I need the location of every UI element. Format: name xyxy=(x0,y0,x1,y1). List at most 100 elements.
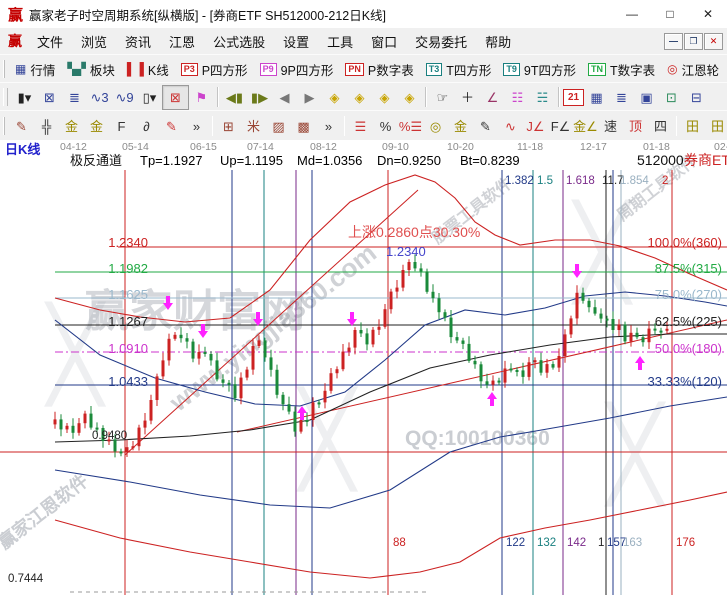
toolbar-button-gann-wheel[interactable]: ◎江恩轮 xyxy=(661,58,725,81)
chart-canvas[interactable] xyxy=(0,140,727,595)
tool-button-hatch-box-2[interactable]: ▩ xyxy=(291,115,316,138)
tool-button-candle-style[interactable]: ▯▾ xyxy=(137,86,162,109)
menu-item-formula-stock-pick[interactable]: 公式选股 xyxy=(204,30,274,53)
tool-button-notes[interactable]: ≣ xyxy=(609,86,634,109)
tool-button-crosshair-tool[interactable]: ＋ xyxy=(455,86,480,109)
tool-button-wave-3[interactable]: ∿3 xyxy=(87,86,112,109)
tool-button-map-tool[interactable]: ☵ xyxy=(530,86,555,109)
tool-button-pen-2[interactable]: ✎ xyxy=(473,115,498,138)
tool-button-go-next[interactable]: ▶ xyxy=(297,86,322,109)
tool-button-go-prev[interactable]: ◀ xyxy=(272,86,297,109)
menu-item-news[interactable]: 资讯 xyxy=(116,30,160,53)
signal-arrow-up xyxy=(635,356,645,370)
tool-button-gann-grid[interactable]: ╬ xyxy=(34,115,59,138)
tool-button-color-flag[interactable]: ⚑ xyxy=(189,86,214,109)
minimize-button[interactable]: — xyxy=(613,0,651,28)
date-label: 11-18 xyxy=(517,142,543,153)
toolbar-separator xyxy=(344,116,345,136)
tool-button-gold-circle[interactable]: ◎ xyxy=(423,115,448,138)
menu-item-settings[interactable]: 设置 xyxy=(274,30,318,53)
tool-button-gold-grid-2[interactable]: 金 xyxy=(84,115,109,138)
tool-button-spiral[interactable]: ∂ xyxy=(134,115,159,138)
tool-button-go-first[interactable]: ◀▮ xyxy=(222,86,247,109)
tool-button-percent-set[interactable]: %☰ xyxy=(398,115,423,138)
tool-button-f-angle[interactable]: F∠ xyxy=(548,115,573,138)
close-button[interactable]: ✕ xyxy=(689,0,727,28)
tool-button-calculator[interactable]: ▦ xyxy=(584,86,609,109)
tool-button-net-active[interactable]: ⊠ xyxy=(162,85,189,110)
tool-button-diamond-left[interactable]: ◈ xyxy=(322,86,347,109)
menu-item-window[interactable]: 窗口 xyxy=(362,30,406,53)
tool-button-pen-red[interactable]: ✎ xyxy=(159,115,184,138)
toolbar-button-quotes[interactable]: ▦行情 xyxy=(9,58,61,81)
percent-level-label: 62.5%(225) xyxy=(655,315,722,328)
tool-button-gold-wave[interactable]: ∿ xyxy=(498,115,523,138)
tool-button-diamond-cross[interactable]: ◈ xyxy=(372,86,397,109)
maximize-button[interactable]: □ xyxy=(651,0,689,28)
toolbar-button-9p-square[interactable]: P99P四方形 xyxy=(254,58,340,81)
percent-level-label: 33.33%(120) xyxy=(648,375,722,388)
toolbar-button-9t-square[interactable]: T99T四方形 xyxy=(497,58,582,81)
tool-button-detail-list[interactable]: ≣ xyxy=(62,86,87,109)
toolbar-button-label: 板块 xyxy=(90,60,115,79)
signal-arrow-up xyxy=(487,392,497,406)
app-window: { "window": { "logo": "赢", "title": "赢家老… xyxy=(0,0,727,595)
tool-button-speed-line[interactable]: 速 xyxy=(598,115,623,138)
quotes-icon: ▦ xyxy=(15,63,26,75)
mdi-restore-button[interactable]: ❐ xyxy=(684,33,703,50)
toolbar-button-sectors[interactable]: ▚▞板块 xyxy=(61,58,120,81)
tool-button-box-tool[interactable]: ⊞ xyxy=(216,115,241,138)
toolbar-button-t-square[interactable]: T3T四方形 xyxy=(420,58,498,81)
tool-button-hand-tool[interactable]: ☞ xyxy=(430,86,455,109)
fib-time-label: 1.854 xyxy=(620,176,649,188)
tool-button-diamond-expand[interactable]: ◈ xyxy=(397,86,422,109)
tool-button-net-chart[interactable]: ⊠ xyxy=(37,86,62,109)
tool-button-grid-gold-a[interactable]: 田 xyxy=(680,115,705,138)
price-level-label: 1.1267 xyxy=(108,315,148,328)
tool-button-save[interactable]: ▣ xyxy=(634,86,659,109)
kline-chart-area[interactable]: 日K线 极反通道 512000 券商ETF 赢家财富网www.yingjia36… xyxy=(0,140,727,595)
tool-button-export[interactable]: ⊟ xyxy=(684,86,709,109)
toolbar-button-kline[interactable]: ▌▐K线 xyxy=(121,58,175,81)
signal-arrow-down xyxy=(347,312,357,326)
tool-button-more-draw-1[interactable]: » xyxy=(184,115,209,138)
mdi-close-button[interactable]: ✕ xyxy=(704,33,723,50)
toolbar-button-t-number-table[interactable]: TNT数字表 xyxy=(582,58,661,81)
tool-button-link-data[interactable]: ⊡ xyxy=(659,86,684,109)
menu-item-gann[interactable]: 江恩 xyxy=(160,30,204,53)
tool-button-grid-gold-b[interactable]: 田 xyxy=(705,115,727,138)
tool-button-j-angle[interactable]: J∠ xyxy=(523,115,548,138)
tool-button-pattern-tool[interactable]: ☷ xyxy=(505,86,530,109)
tool-button-go-last[interactable]: ▮▶ xyxy=(247,86,272,109)
period-label: 日K线 xyxy=(5,143,40,156)
tool-button-gold-lines[interactable]: 金 xyxy=(448,115,473,138)
tool-button-calendar[interactable]: 21 xyxy=(563,89,584,106)
tool-button-pen[interactable]: ✎ xyxy=(9,115,34,138)
menu-item-file[interactable]: 文件 xyxy=(28,30,72,53)
toolbar-button-p-number-table[interactable]: PNP数字表 xyxy=(339,58,419,81)
menu-item-trade-order[interactable]: 交易委托 xyxy=(406,30,476,53)
tool-button-fibo-grid[interactable]: F xyxy=(109,115,134,138)
toolbar-button-p-square[interactable]: P3P四方形 xyxy=(175,58,254,81)
tool-button-gold-grid-1[interactable]: 金 xyxy=(59,115,84,138)
menu-item-help[interactable]: 帮助 xyxy=(476,30,520,53)
tool-button-ray-fan[interactable]: 米 xyxy=(241,115,266,138)
date-label: 10-20 xyxy=(447,142,474,153)
tool-button-four-line[interactable]: 四 xyxy=(648,115,673,138)
mdi-minimize-button[interactable]: — xyxy=(664,33,683,50)
tool-button-period-dropdown[interactable]: ▮▾ xyxy=(12,86,37,109)
tool-button-top-line[interactable]: 顶 xyxy=(623,115,648,138)
tool-button-percent[interactable]: % xyxy=(373,115,398,138)
menu-item-browse[interactable]: 浏览 xyxy=(72,30,116,53)
tool-button-angle-tool[interactable]: ∠ xyxy=(480,86,505,109)
tool-button-gold-angle[interactable]: 金∠ xyxy=(573,115,598,138)
tool-button-more-draw-2[interactable]: » xyxy=(316,115,341,138)
tool-button-diamond-right[interactable]: ◈ xyxy=(347,86,372,109)
date-label: 07-14 xyxy=(247,142,274,153)
p-square-icon: P3 xyxy=(181,63,198,76)
menu-item-tools[interactable]: 工具 xyxy=(318,30,362,53)
tool-button-wave-9[interactable]: ∿9 xyxy=(112,86,137,109)
date-label: 12-17 xyxy=(580,142,607,153)
tool-button-percent-lines[interactable]: ☰ xyxy=(348,115,373,138)
tool-button-hatch-box-1[interactable]: ▨ xyxy=(266,115,291,138)
